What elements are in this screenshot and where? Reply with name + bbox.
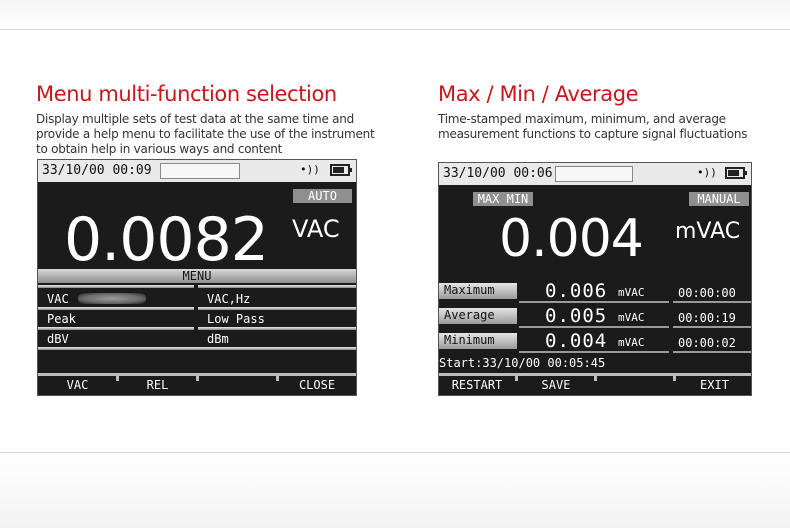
row-label-minimum: Minimum <box>439 333 517 349</box>
row-unit-minimum: mVAC <box>618 336 645 349</box>
menu-item-dbv[interactable]: dBV <box>47 332 69 346</box>
row-label-average: Average <box>439 308 517 324</box>
left-panel-header: Menu multi-function selection Display mu… <box>36 82 396 157</box>
main-unit: mVAC <box>675 219 741 244</box>
range-mode-badge: MANUAL <box>689 192 749 206</box>
row-value-average: 0.005 <box>545 305 608 327</box>
softkey-exit[interactable]: EXIT <box>676 376 751 395</box>
selection-highlight <box>78 293 146 304</box>
softkey-close[interactable]: CLOSE <box>278 376 356 395</box>
range-mode-badge: AUTO <box>293 189 352 203</box>
menu-item-vac-hz[interactable]: VAC,Hz <box>207 292 250 306</box>
menu-item-peak[interactable]: Peak <box>47 312 76 326</box>
status-bar: 33/10/00 00:06 •)) <box>439 163 751 185</box>
start-time: 33/10/00 00:05:45 <box>482 356 606 370</box>
softkey-save[interactable]: SAVE <box>518 376 594 395</box>
timestamp: 33/10/00 00:06 <box>443 166 553 181</box>
row-value-minimum: 0.004 <box>545 330 608 352</box>
right-panel-header: Max / Min / Average Time-stamped maximum… <box>438 82 778 142</box>
start-timestamp: Start:33/10/00 00:05:45 <box>439 356 605 370</box>
softkey-vac[interactable]: VAC <box>38 376 117 395</box>
row-time-average: 00:00:19 <box>678 311 736 325</box>
row-unit-maximum: mVAC <box>618 286 645 299</box>
menu-item-vac[interactable]: VAC <box>47 292 69 306</box>
softkey-rel[interactable]: REL <box>118 376 197 395</box>
main-reading: 0.004 <box>499 209 644 269</box>
menu-item-low-pass[interactable]: Low Pass <box>207 312 265 326</box>
bottom-decor-band <box>0 452 790 528</box>
left-panel-title: Menu multi-function selection <box>36 82 337 106</box>
meter-screen-maxmin: 33/10/00 00:06 •)) MAX MIN MANUAL 0.004 … <box>438 162 752 396</box>
row-value-maximum: 0.006 <box>545 280 608 302</box>
row-time-minimum: 00:00:02 <box>678 336 736 350</box>
timestamp-field <box>555 166 633 182</box>
right-panel-title: Max / Min / Average <box>438 82 639 106</box>
battery-icon <box>330 164 352 176</box>
signal-icon: •)) <box>697 166 717 179</box>
right-panel-description: Time-stamped maximum, minimum, and avera… <box>438 112 748 141</box>
main-unit: VAC <box>292 215 340 243</box>
menu-item-dbm[interactable]: dBm <box>207 332 229 346</box>
row-label-maximum: Maximum <box>439 283 517 299</box>
row-unit-average: mVAC <box>618 311 645 324</box>
maxmin-badge: MAX MIN <box>473 192 533 206</box>
main-reading: 0.0082 <box>64 205 269 275</box>
softkey-blank[interactable] <box>597 376 673 395</box>
row-time-maximum: 00:00:00 <box>678 286 736 300</box>
timestamp: 33/10/00 00:09 <box>42 163 152 178</box>
left-panel-description: Display multiple sets of test data at th… <box>36 112 375 156</box>
softkey-bar: RESTART SAVE EXIT <box>439 373 751 395</box>
top-decor-band <box>0 0 790 30</box>
battery-icon <box>725 167 747 179</box>
signal-icon: •)) <box>300 163 320 176</box>
status-bar: 33/10/00 00:09 •)) <box>38 160 356 182</box>
timestamp-field <box>160 163 240 179</box>
softkey-bar: VAC REL CLOSE <box>38 373 356 395</box>
softkey-restart[interactable]: RESTART <box>439 376 515 395</box>
start-label: Start: <box>439 356 483 370</box>
meter-screen-menu: 33/10/00 00:09 •)) AUTO 0.0082 VAC MENU … <box>37 159 357 396</box>
softkey-blank[interactable] <box>198 376 277 395</box>
menu-title: MENU <box>182 269 212 283</box>
